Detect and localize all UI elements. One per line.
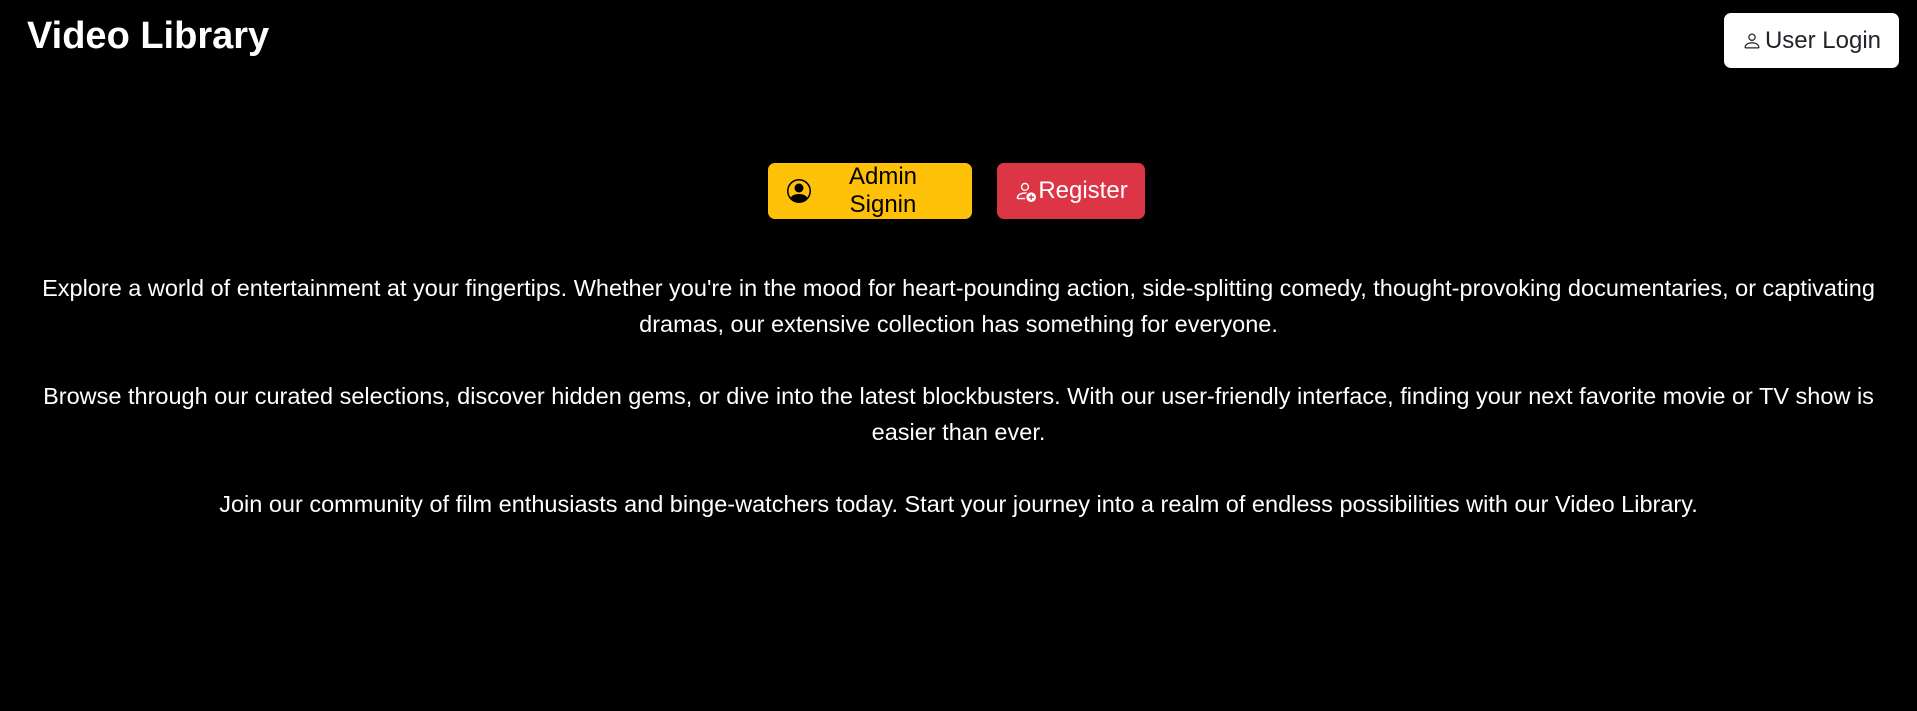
intro-paragraph: Explore a world of entertainment at your… xyxy=(42,275,1875,337)
intro-paragraph: Browse through our curated selections, d… xyxy=(43,383,1874,445)
register-label: Register xyxy=(1038,177,1128,204)
user-login-label: User Login xyxy=(1764,26,1882,54)
intro-paragraph: Join our community of film enthusiasts a… xyxy=(219,491,1698,517)
person-icon xyxy=(1742,31,1762,51)
user-login-button[interactable]: User Login xyxy=(1724,13,1899,68)
page: Video Library User Login Admin Signin Re… xyxy=(0,0,1917,711)
admin-signin-button[interactable]: Admin Signin xyxy=(768,163,972,219)
person-circle-icon xyxy=(787,179,811,203)
intro-content: Explore a world of entertainment at your… xyxy=(0,270,1917,558)
person-add-icon xyxy=(1014,180,1037,202)
admin-signin-label: Admin Signin xyxy=(848,163,918,218)
app-title: Video Library xyxy=(27,15,270,57)
register-button[interactable]: Register xyxy=(997,163,1145,219)
auth-actions: Admin Signin Register xyxy=(0,163,1917,219)
